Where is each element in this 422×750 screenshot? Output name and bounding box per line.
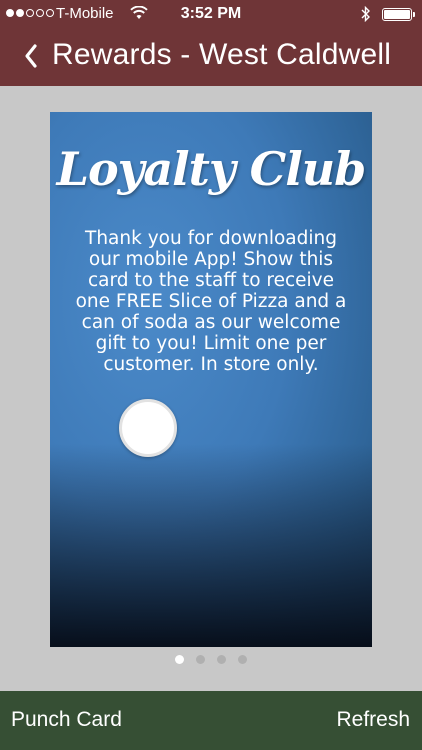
page-dot-3[interactable]	[217, 655, 226, 664]
navigation-bar: Rewards - West Caldwell	[0, 28, 422, 86]
card-title: Loyalty Club	[56, 142, 367, 196]
status-time: 3:52 PM	[180, 5, 242, 22]
page-dot-2[interactable]	[196, 655, 205, 664]
app-header: T-Mobile 3:52 PM Rewards - West Caldwell	[0, 0, 422, 86]
punch-card-button[interactable]: Punch Card	[11, 708, 122, 732]
back-button[interactable]	[18, 38, 48, 74]
status-bar: T-Mobile 3:52 PM	[0, 0, 422, 28]
page-dot-1[interactable]	[175, 655, 184, 664]
bottom-toolbar: Punch Card Refresh	[0, 691, 422, 750]
page-dot-4[interactable]	[238, 655, 247, 664]
chevron-left-icon	[25, 44, 37, 68]
battery-icon	[382, 8, 415, 21]
battery-level	[384, 10, 410, 19]
loyalty-card[interactable]: Loyalty Club Thank you for downloading o…	[50, 112, 372, 647]
card-message: Thank you for downloading our mobile App…	[75, 228, 347, 375]
bluetooth-icon	[361, 6, 370, 22]
page-indicator[interactable]	[0, 655, 422, 664]
punch-slot	[119, 399, 177, 457]
page-title: Rewards - West Caldwell	[52, 38, 392, 71]
refresh-button[interactable]: Refresh	[336, 708, 410, 732]
